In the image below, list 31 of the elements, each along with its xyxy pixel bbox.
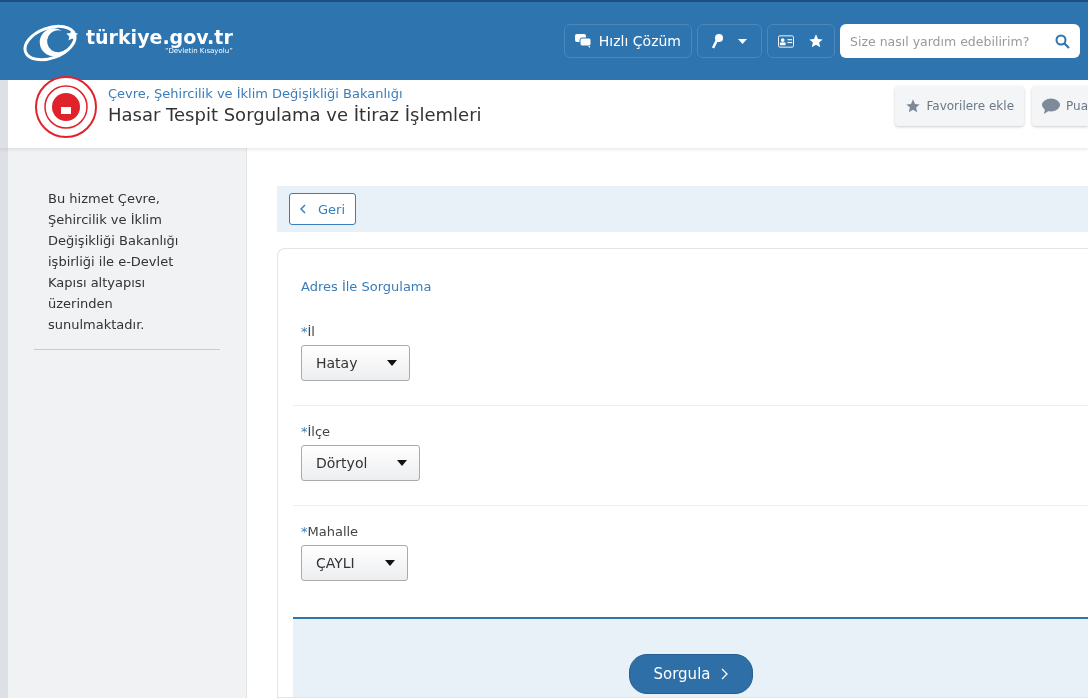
star-icon[interactable] bbox=[808, 33, 824, 49]
star-icon bbox=[904, 98, 921, 114]
form-heading: Adres İle Sorgulama bbox=[301, 279, 433, 294]
service-info-text: Bu hizmet Çevre, Şehircilik ve İklim Değişikliği Bakanlığı işbirliği ile e-Devlet Kapısı altyapısı üzerinden sunulmaktadır. bbox=[34, 188, 220, 350]
field-label: *Mahalle bbox=[301, 524, 360, 539]
caret-icon bbox=[384, 560, 395, 566]
caret-icon bbox=[397, 460, 408, 466]
caret-icon bbox=[738, 38, 747, 44]
ministry-name[interactable]: Çevre, Şehircilik ve İklim Değişikliği Bakanlığı bbox=[108, 85, 482, 101]
chat-icon bbox=[574, 34, 591, 48]
field-label: *İl bbox=[301, 324, 316, 339]
field-label: *İlçe bbox=[301, 424, 332, 439]
login-menu-button[interactable] bbox=[697, 24, 762, 58]
chevron-left-icon bbox=[300, 204, 306, 214]
dropdown[interactable]: ÇAYLI bbox=[301, 545, 408, 581]
chevron-right-icon bbox=[720, 668, 728, 680]
search-icon[interactable] bbox=[1055, 34, 1070, 49]
caret-icon bbox=[387, 360, 398, 366]
service-title: Hasar Tespit Sorgulama ve İtiraz İşlemleri bbox=[108, 103, 482, 125]
speech-bubble-icon bbox=[1042, 98, 1060, 114]
dropdown[interactable]: Dörtyol bbox=[301, 445, 421, 481]
rate-button[interactable]: Pua bbox=[1032, 86, 1088, 126]
search-field[interactable]: Size nasıl yardım edebilirim? bbox=[840, 24, 1080, 58]
logo-text[interactable]: türkiye.gov.tr bbox=[86, 27, 233, 47]
add-favorite-button[interactable]: Favorilere ekle bbox=[894, 86, 1024, 126]
id-card-icon[interactable] bbox=[778, 34, 794, 48]
back-button[interactable]: Geri bbox=[289, 193, 357, 225]
submit-button[interactable]: Sorgula bbox=[628, 654, 753, 694]
quick-solution-button[interactable]: Hızlı Çözüm bbox=[563, 24, 692, 58]
key-icon bbox=[712, 33, 724, 49]
dropdown[interactable]: Hatay bbox=[301, 345, 411, 381]
